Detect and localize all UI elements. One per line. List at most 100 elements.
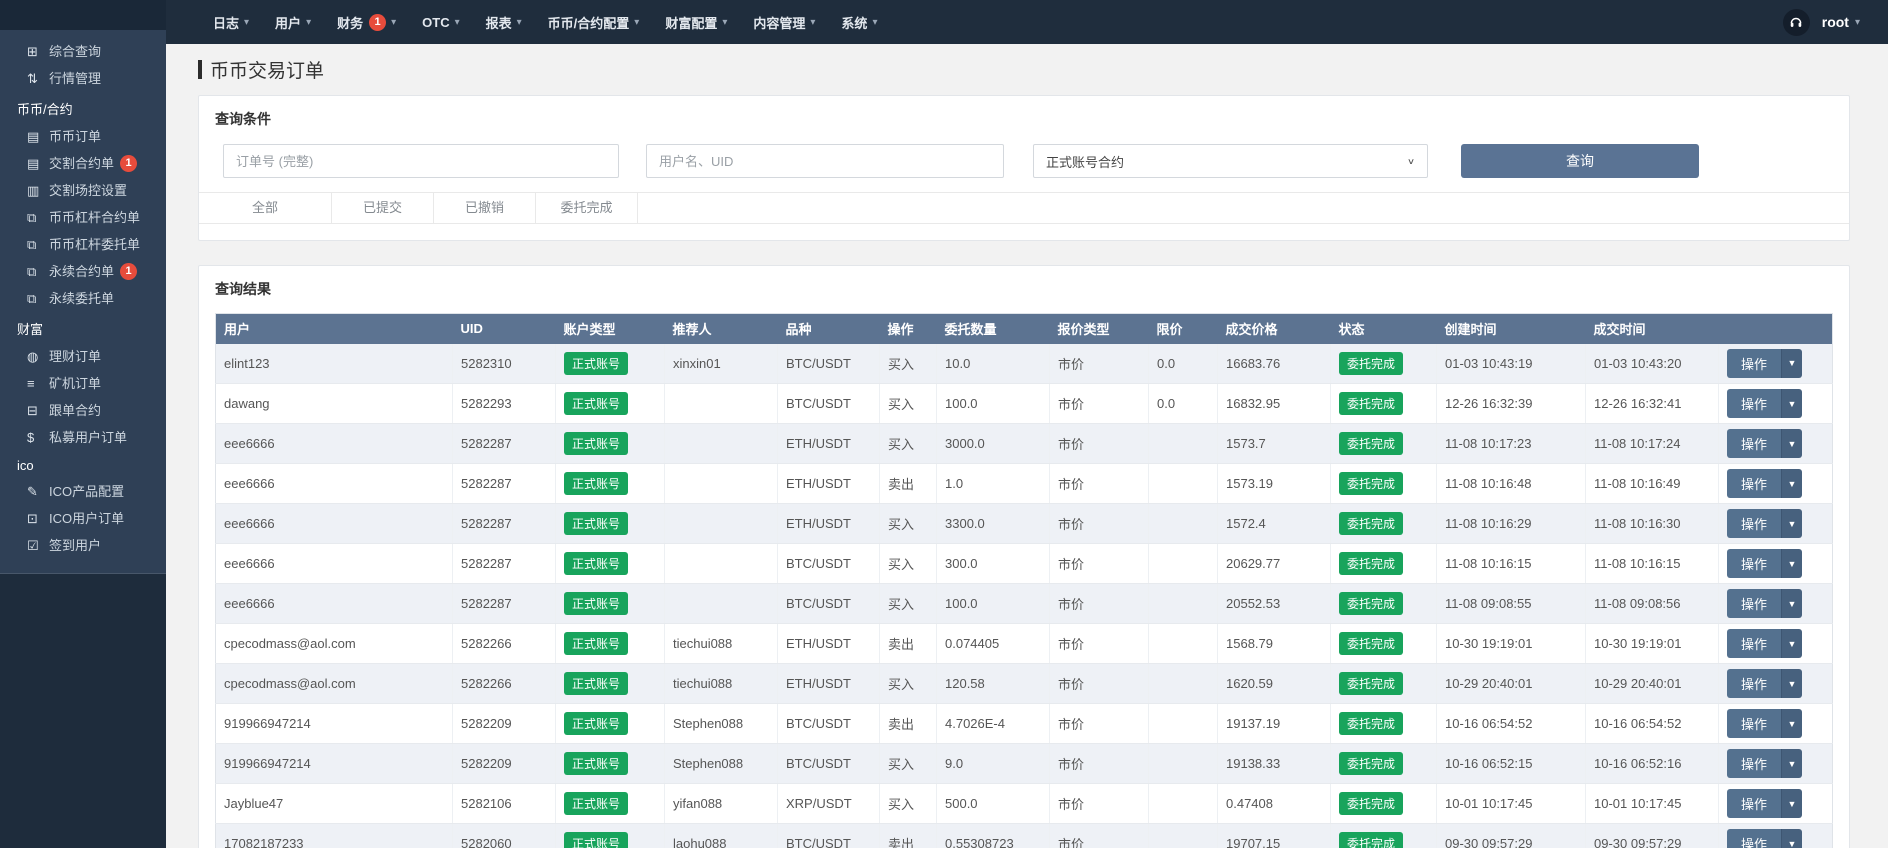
search-button[interactable]: 查询 <box>1461 144 1699 178</box>
row-action-dropdown-toggle[interactable]: ▼ <box>1781 349 1802 378</box>
row-action-dropdown-toggle[interactable]: ▼ <box>1781 829 1802 848</box>
sidebar-item-17[interactable]: ⊡ICO用户订单 <box>0 505 166 532</box>
column-header: 用户 <box>216 314 453 344</box>
sidebar-item-label: 币币杠杆合约单 <box>49 204 140 231</box>
sidebar-item-13[interactable]: ⊟跟单合约 <box>0 397 166 424</box>
cell-created-time: 10-16 06:52:15 <box>1437 744 1586 784</box>
order-clock-icon: ⧉ <box>27 285 49 312</box>
cell-created-time: 12-26 16:32:39 <box>1437 384 1586 424</box>
row-action-button[interactable]: 操作 <box>1727 789 1781 818</box>
nav-menu-5[interactable]: 币币/合约配置▾ <box>535 0 653 44</box>
table-row: eee66665282287正式账号ETH/USDT卖出1.0市价1573.19… <box>216 464 1833 504</box>
row-action-button[interactable]: 操作 <box>1727 709 1781 738</box>
cell-status: 委托完成 <box>1331 824 1437 848</box>
logo-area <box>0 0 166 30</box>
sidebar-item-9[interactable]: ⧉永续委托单 <box>0 285 166 312</box>
account-type-select[interactable]: 正式账号合约 ∨ <box>1033 144 1428 178</box>
cell-user: eee6666 <box>216 424 453 464</box>
status-badge: 委托完成 <box>1339 832 1403 848</box>
row-action-button[interactable]: 操作 <box>1727 509 1781 538</box>
tab-3[interactable]: 委托完成 <box>536 193 638 223</box>
cell-side: 买入 <box>880 744 937 784</box>
cell-actions: 操作▼ <box>1719 664 1833 704</box>
row-action-button[interactable]: 操作 <box>1727 389 1781 418</box>
column-header: 限价 <box>1149 314 1218 344</box>
cell-user: 919966947214 <box>216 744 453 784</box>
user-avatar[interactable] <box>1783 9 1810 36</box>
notification-badge: 1 <box>120 263 137 280</box>
grid-icon: ⊞ <box>27 38 49 65</box>
cell-dealt-time: 10-16 06:52:16 <box>1586 744 1719 784</box>
row-action-dropdown-toggle[interactable]: ▼ <box>1781 789 1802 818</box>
cell-user: Jayblue47 <box>216 784 453 824</box>
sidebar-item-8[interactable]: ⧉永续合约单1 <box>0 258 166 285</box>
tab-0[interactable]: 全部 <box>199 193 332 223</box>
row-action-dropdown-toggle[interactable]: ▼ <box>1781 389 1802 418</box>
row-action-button[interactable]: 操作 <box>1727 349 1781 378</box>
sidebar-item-label: 币币订单 <box>49 123 101 150</box>
row-action-dropdown-toggle[interactable]: ▼ <box>1781 709 1802 738</box>
cell-deal-price: 20552.53 <box>1218 584 1331 624</box>
sidebar-item-16[interactable]: ✎ICO产品配置 <box>0 478 166 505</box>
nav-menu-3[interactable]: OTC▾ <box>409 0 472 44</box>
row-action-button[interactable]: 操作 <box>1727 549 1781 578</box>
cell-account-type: 正式账号 <box>556 784 665 824</box>
nav-menu-6[interactable]: 财富配置▾ <box>652 0 740 44</box>
cell-uid: 5282266 <box>453 664 556 704</box>
nav-menu-2[interactable]: 财务1▾ <box>324 0 409 44</box>
user-uid-input[interactable] <box>646 144 1004 178</box>
sidebar-item-6[interactable]: ⧉币币杠杆合约单 <box>0 204 166 231</box>
nav-menu-0[interactable]: 日志▾ <box>200 0 262 44</box>
chevron-down-icon: ▾ <box>517 17 522 28</box>
row-action-dropdown-toggle[interactable]: ▼ <box>1781 429 1802 458</box>
sidebar-item-label: 签到用户 <box>49 532 101 559</box>
nav-menu-1[interactable]: 用户▾ <box>262 0 324 44</box>
row-action-dropdown-toggle[interactable]: ▼ <box>1781 549 1802 578</box>
cell-uid: 5282060 <box>453 824 556 848</box>
sidebar-item-1[interactable]: ⇅行情管理 <box>0 65 166 92</box>
row-action-button[interactable]: 操作 <box>1727 589 1781 618</box>
sidebar-item-18[interactable]: ☑签到用户 <box>0 532 166 559</box>
nav-menu-label: 财务 <box>337 13 363 32</box>
sidebar-item-0[interactable]: ⊞综合查询 <box>0 38 166 65</box>
order-no-input[interactable] <box>223 144 619 178</box>
column-header: 账户类型 <box>556 314 665 344</box>
row-action-button[interactable]: 操作 <box>1727 629 1781 658</box>
status-badge: 委托完成 <box>1339 712 1403 735</box>
column-header: 成交时间 <box>1586 314 1719 344</box>
sidebar-item-5[interactable]: ▥交割场控设置 <box>0 177 166 204</box>
navbar-user-area[interactable]: root ▾ <box>1783 9 1860 36</box>
row-action-dropdown-toggle[interactable]: ▼ <box>1781 749 1802 778</box>
sidebar-item-14[interactable]: $私募用户订单 <box>0 424 166 451</box>
sidebar-item-3[interactable]: ▤币币订单 <box>0 123 166 150</box>
sidebar-item-11[interactable]: ◍理财订单 <box>0 343 166 370</box>
row-action-button[interactable]: 操作 <box>1727 469 1781 498</box>
row-action-button[interactable]: 操作 <box>1727 429 1781 458</box>
nav-menu-4[interactable]: 报表▾ <box>473 0 535 44</box>
cell-side: 买入 <box>880 344 937 384</box>
row-action-button[interactable]: 操作 <box>1727 669 1781 698</box>
row-action-dropdown-toggle[interactable]: ▼ <box>1781 469 1802 498</box>
nav-menu-8[interactable]: 系统▾ <box>828 0 890 44</box>
row-action-dropdown-toggle[interactable]: ▼ <box>1781 669 1802 698</box>
sidebar-item-label: 币币杠杆委托单 <box>49 231 140 258</box>
tab-1[interactable]: 已提交 <box>332 193 434 223</box>
nav-menu-7[interactable]: 内容管理▾ <box>740 0 828 44</box>
cell-dealt-time: 11-08 10:16:30 <box>1586 504 1719 544</box>
row-action-dropdown-toggle[interactable]: ▼ <box>1781 589 1802 618</box>
cell-price-type: 市价 <box>1050 424 1149 464</box>
sidebar-item-12[interactable]: ≡矿机订单 <box>0 370 166 397</box>
cell-dealt-time: 10-01 10:17:45 <box>1586 784 1719 824</box>
cell-created-time: 11-08 10:16:29 <box>1437 504 1586 544</box>
row-action-button[interactable]: 操作 <box>1727 749 1781 778</box>
sidebar-item-4[interactable]: ▤交割合约单1 <box>0 150 166 177</box>
tab-2[interactable]: 已撤销 <box>434 193 536 223</box>
sidebar-item-7[interactable]: ⧉币币杠杆委托单 <box>0 231 166 258</box>
cell-created-time: 09-30 09:57:29 <box>1437 824 1586 848</box>
cell-uid: 5282266 <box>453 624 556 664</box>
row-action-dropdown-toggle[interactable]: ▼ <box>1781 509 1802 538</box>
cell-actions: 操作▼ <box>1719 624 1833 664</box>
row-action-dropdown-toggle[interactable]: ▼ <box>1781 629 1802 658</box>
row-action-button[interactable]: 操作 <box>1727 829 1781 848</box>
cell-account-type: 正式账号 <box>556 384 665 424</box>
